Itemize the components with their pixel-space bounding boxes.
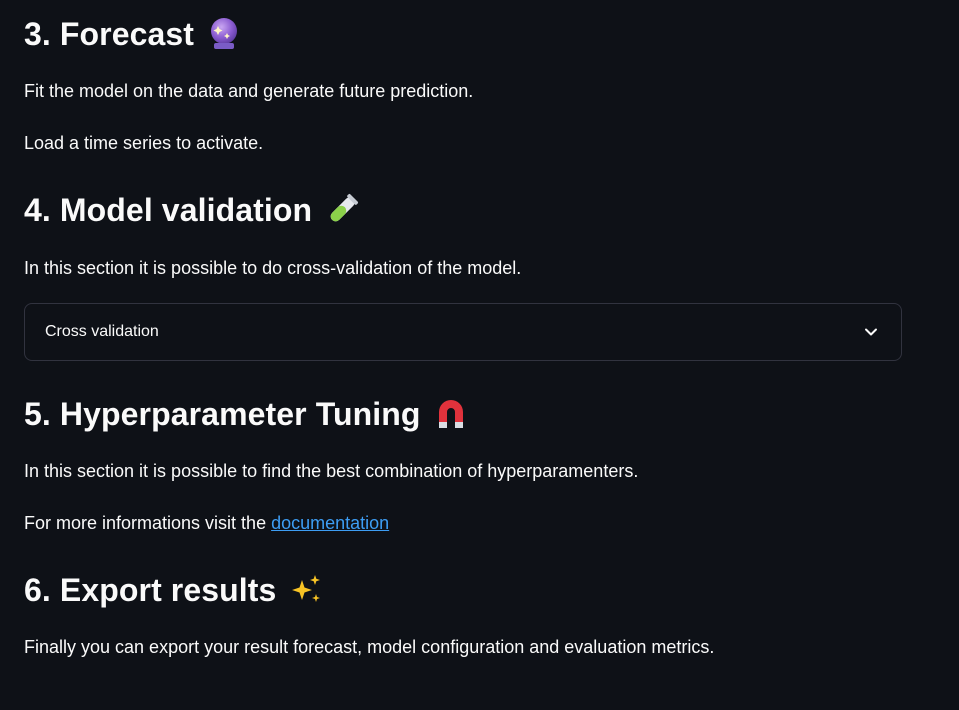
export-heading: 6. Export results (24, 570, 324, 610)
chevron-down-icon[interactable] (861, 322, 881, 342)
validation-heading: 4. Model validation (24, 190, 360, 230)
cross-validation-expander[interactable]: Cross validation (24, 303, 902, 361)
tuning-title: 5. Hyperparameter Tuning (24, 396, 421, 432)
expander-label: Cross validation (45, 323, 159, 340)
forecast-description: Fit the model on the data and generate f… (24, 81, 474, 101)
validation-title: 4. Model validation (24, 192, 313, 228)
magnet-icon (433, 396, 469, 432)
validation-description: In this section it is possible to do cro… (24, 258, 522, 278)
forecast-heading: 3. Forecast (24, 14, 242, 54)
sparkles-icon (288, 572, 324, 608)
test-tube-icon (324, 192, 360, 228)
tuning-heading: 5. Hyperparameter Tuning (24, 394, 469, 434)
more-info-text: For more informations visit the (24, 513, 272, 533)
forecast-status: Load a time series to activate. (24, 133, 264, 153)
crystal-ball-icon (206, 16, 242, 52)
tuning-more-info: For more informations visit the document… (24, 510, 389, 536)
documentation-link[interactable]: documentation (271, 513, 389, 533)
tuning-description: In this section it is possible to find t… (24, 461, 639, 481)
export-title: 6. Export results (24, 572, 277, 608)
main-content: 3. Forecast Fit the model on the data an… (0, 0, 959, 710)
export-description: Finally you can export your result forec… (24, 637, 715, 657)
forecast-title: 3. Forecast (24, 16, 195, 52)
